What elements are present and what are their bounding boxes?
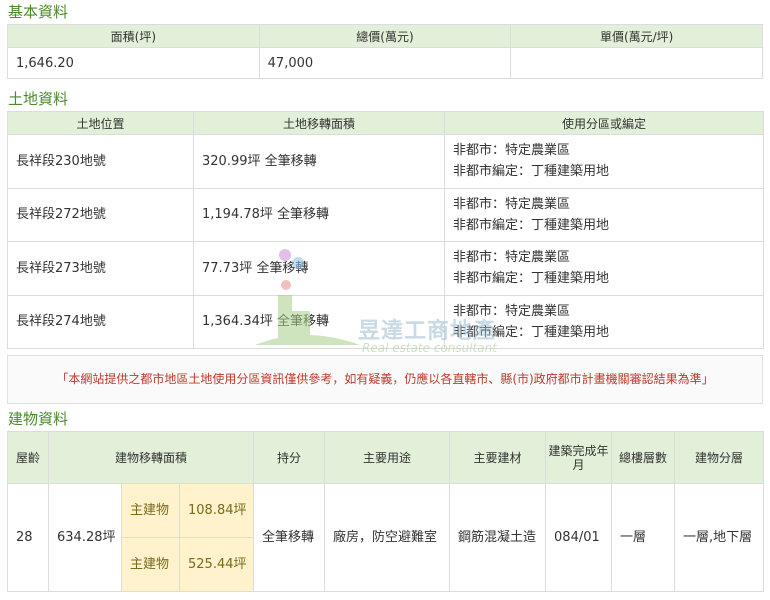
zoning-disclaimer: 「本網站提供之都市地區土地使用分區資訊僅供參考，如有疑義，仍應以各直轄市、縣(市…	[7, 355, 763, 404]
land-area: 1,364.34坪 全筆移轉	[193, 294, 445, 349]
header-floors: 總樓層數	[611, 431, 676, 484]
value-area: 1,646.20	[7, 47, 260, 79]
part-label: 主建物	[121, 537, 180, 592]
building-completed: 084/01	[545, 483, 613, 592]
building-usage: 廠房，防空避難室	[324, 483, 451, 592]
building-material: 鋼筋混凝土造	[449, 483, 547, 592]
designation-text: 非都市編定：丁種建築用地	[453, 164, 610, 180]
zone-text: 非都市：特定農業區	[453, 196, 571, 212]
header-unit-price: 單價(萬元/坪)	[510, 24, 763, 48]
table-row: 28 634.28坪 主建物 108.84坪 全筆移轉 廠房，防空避難室 鋼筋混…	[7, 483, 765, 592]
header-share: 持分	[253, 431, 326, 484]
land-info-table: 土地位置 土地移轉面積 使用分區或編定 長祥段230地號 320.99坪 全筆移…	[7, 111, 764, 349]
table-row: 長祥段274地號 1,364.34坪 全筆移轉 非都市：特定農業區非都市編定：丁…	[7, 294, 764, 349]
land-location: 長祥段274地號	[7, 294, 194, 349]
land-location: 長祥段273地號	[7, 241, 194, 296]
land-area: 320.99坪 全筆移轉	[193, 134, 445, 189]
header-total-price: 總價(萬元)	[258, 24, 512, 48]
zone-text: 非都市：特定農業區	[453, 303, 571, 319]
header-usage: 主要用途	[324, 431, 451, 484]
land-zone: 非都市：特定農業區非都市編定：丁種建築用地	[444, 134, 764, 189]
header-age: 屋齡	[7, 431, 49, 484]
header-land-zone: 使用分區或編定	[444, 111, 764, 135]
building-levels: 一層,地下層	[674, 483, 765, 592]
building-info-table: 屋齡 建物移轉面積 持分 主要用途 主要建材 建築完成年月 總樓層數 建物分層 …	[7, 431, 765, 592]
building-info-title: 建物資料	[8, 410, 69, 428]
header-material: 主要建材	[449, 431, 547, 484]
land-zone: 非都市：特定農業區非都市編定：丁種建築用地	[444, 187, 764, 242]
building-floors: 一層	[611, 483, 676, 592]
designation-text: 非都市編定：丁種建築用地	[453, 217, 610, 233]
value-unit-price	[510, 47, 763, 79]
header-completed: 建築完成年月	[545, 431, 613, 484]
zone-text: 非都市：特定農業區	[453, 143, 571, 159]
part-area: 108.84坪	[178, 483, 255, 538]
designation-text: 非都市編定：丁種建築用地	[453, 324, 610, 340]
part-label: 主建物	[121, 483, 180, 538]
header-land-area: 土地移轉面積	[193, 111, 445, 135]
land-zone: 非都市：特定農業區非都市編定：丁種建築用地	[444, 241, 764, 296]
basic-info-title: 基本資料	[8, 3, 69, 21]
land-area: 77.73坪 全筆移轉	[193, 241, 445, 296]
value-total-price: 47,000	[258, 47, 512, 79]
land-location: 長祥段272地號	[7, 187, 194, 242]
header-building-area: 建物移轉面積	[47, 431, 255, 484]
building-total-area: 634.28坪	[48, 483, 122, 592]
zone-text: 非都市：特定農業區	[453, 250, 571, 266]
building-share: 全筆移轉	[253, 483, 326, 592]
header-land-location: 土地位置	[7, 111, 194, 135]
basic-info-table: 面積(坪) 總價(萬元) 單價(萬元/坪) 1,646.20 47,000	[7, 24, 763, 79]
table-row: 長祥段273地號 77.73坪 全筆移轉 非都市：特定農業區非都市編定：丁種建築…	[7, 241, 764, 296]
land-info-title: 土地資料	[8, 90, 69, 108]
land-location: 長祥段230地號	[7, 134, 194, 189]
table-row: 長祥段272地號 1,194.78坪 全筆移轉 非都市：特定農業區非都市編定：丁…	[7, 187, 764, 242]
land-zone: 非都市：特定農業區非都市編定：丁種建築用地	[444, 294, 764, 349]
designation-text: 非都市編定：丁種建築用地	[453, 271, 610, 287]
land-area: 1,194.78坪 全筆移轉	[193, 187, 445, 242]
building-age: 28	[7, 483, 49, 592]
header-levels: 建物分層	[674, 431, 765, 484]
header-area: 面積(坪)	[7, 24, 260, 48]
table-row: 長祥段230地號 320.99坪 全筆移轉 非都市：特定農業區非都市編定：丁種建…	[7, 134, 764, 189]
part-area: 525.44坪	[178, 537, 255, 592]
